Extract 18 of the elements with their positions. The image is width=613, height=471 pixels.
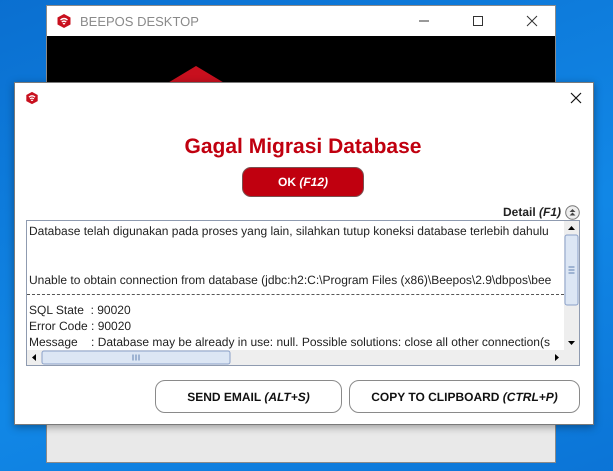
window-title: BEEPOS DESKTOP xyxy=(80,14,200,28)
send-email-button[interactable]: SEND EMAIL (ALT+S) xyxy=(155,380,342,413)
close-icon xyxy=(526,15,538,27)
collapse-icon[interactable] xyxy=(565,204,580,220)
detail-line: Message : Database may be already in use: null. Possible solutions: close all other connection(s xyxy=(29,334,550,350)
detail-line: Error Code : 90020 xyxy=(29,318,132,334)
app-logo-icon xyxy=(56,13,72,29)
app-logo-icon xyxy=(25,91,39,105)
close-icon xyxy=(570,92,582,104)
detail-text-area[interactable] xyxy=(26,220,580,366)
dialog-heading: Gagal Migrasi Database xyxy=(184,135,422,159)
detail-label: Detail (F1) xyxy=(502,205,561,219)
copy-to-clipboard-button[interactable]: COPY TO CLIPBOARD (CTRL+P) xyxy=(349,380,580,413)
error-cause: Unable to obtain connection from database (jdbc:h2:C:\Program Files (x86)\Beepos\2.9\dbpos\bee xyxy=(29,272,552,288)
detail-line: SQL State : 90020 xyxy=(29,302,131,318)
maximize-icon xyxy=(472,15,484,27)
error-summary: Database telah digunakan pada proses yang lain, silahkan tutup koneksi database terlebih dahulu xyxy=(29,223,549,239)
ok-button[interactable]: OK (F12) xyxy=(242,167,364,197)
